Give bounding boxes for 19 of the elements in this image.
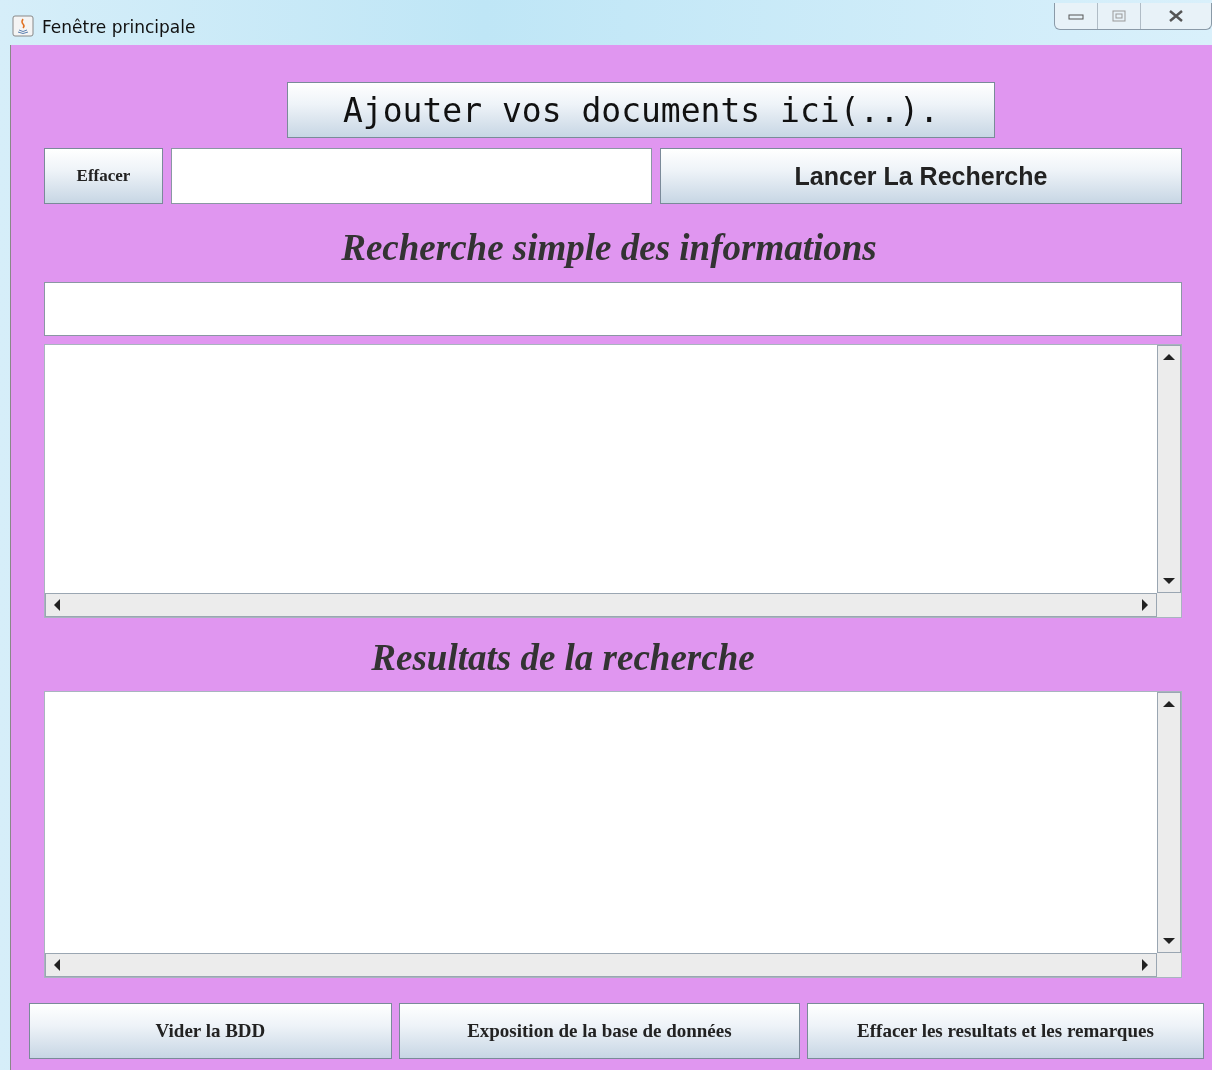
app-icon [12, 15, 34, 37]
action-button[interactable]: Vider la BDD [29, 1003, 392, 1059]
minimize-icon[interactable] [1068, 11, 1084, 21]
add-documents-button[interactable]: Ajouter vos documents ici(..). [287, 82, 995, 138]
input-field[interactable] [171, 148, 652, 204]
vertical-scrollbar[interactable] [1157, 692, 1181, 953]
close-icon[interactable] [1168, 9, 1184, 23]
action-button[interactable]: Exposition de la base de données [398, 1003, 800, 1059]
section-heading: Recherche simple des informations [340, 226, 878, 270]
search-button[interactable]: Lancer La Recherche [660, 148, 1182, 204]
search-field[interactable] [44, 282, 1182, 336]
clear-button[interactable]: Effacer [44, 148, 163, 204]
section-heading: Resultats de la recherche [370, 636, 756, 680]
action-button[interactable]: Effacer les resultats et les remarques [806, 1003, 1204, 1059]
horizontal-scrollbar[interactable] [45, 593, 1157, 617]
window-title: Fenêtre principale [42, 17, 196, 37]
horizontal-scrollbar[interactable] [45, 953, 1157, 977]
maximize-icon[interactable] [1112, 10, 1126, 22]
vertical-scrollbar[interactable] [1157, 345, 1181, 593]
